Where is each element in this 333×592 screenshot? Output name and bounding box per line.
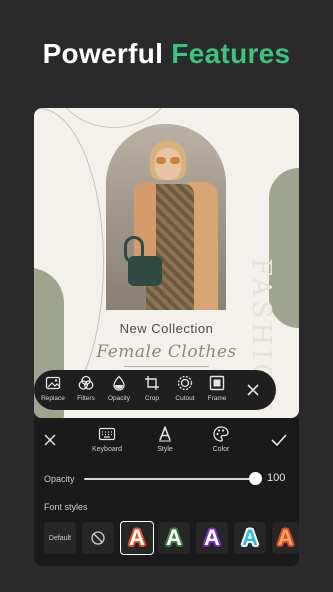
opacity-label: Opacity: [44, 474, 75, 484]
tab-label: Keyboard: [92, 446, 122, 453]
tab-style[interactable]: Style: [156, 426, 174, 453]
keyboard-icon: [98, 427, 116, 441]
font-style-letter: A: [277, 525, 294, 550]
tool-label: Opacity: [107, 395, 131, 402]
font-style-letter: A: [204, 525, 220, 550]
tool-filters[interactable]: Filters: [71, 374, 101, 406]
tool-label: Replace: [41, 395, 65, 402]
tool-label: Frame: [207, 395, 227, 402]
font-style-letter: A: [129, 525, 145, 550]
slider-knob[interactable]: [249, 472, 262, 485]
font-style-swatch[interactable]: A: [158, 522, 190, 554]
headline-green-text: Features: [171, 38, 291, 69]
font-style-letter: A: [242, 525, 258, 550]
tab-label: Style: [157, 446, 173, 453]
image-toolbar: Replace Filters Opacity Crop Cutout Fram…: [34, 370, 276, 410]
cutout-icon: [177, 375, 193, 391]
font-style-swatch[interactable]: A: [120, 521, 154, 555]
tool-label: Crop: [144, 395, 160, 402]
tab-label: Color: [212, 446, 230, 453]
headline-white-text: Powerful: [42, 38, 164, 69]
no-style-icon: [91, 531, 105, 545]
font-style-swatch[interactable]: A: [196, 522, 228, 554]
font-style-default[interactable]: Default: [44, 522, 76, 554]
font-style-none[interactable]: [82, 522, 114, 554]
font-style-letter: A: [166, 525, 182, 550]
tool-crop[interactable]: Crop: [137, 374, 167, 406]
tool-label: Cutout: [175, 395, 195, 402]
headline: Powerful Features: [0, 38, 333, 70]
check-icon[interactable]: [270, 432, 288, 448]
tool-cutout[interactable]: Cutout: [170, 374, 200, 406]
frame-icon: [209, 375, 225, 391]
tool-frame[interactable]: Frame: [202, 374, 232, 406]
tool-label: Filters: [77, 395, 95, 402]
drop-icon: [113, 375, 125, 391]
font-style-swatch[interactable]: A: [234, 522, 266, 554]
font-style-swatch[interactable]: A: [272, 522, 299, 554]
text-style-icon: [159, 426, 171, 442]
model-photo[interactable]: [106, 124, 226, 310]
text-style-panel: Keyboard Style Color Opacity 100 Font st…: [34, 418, 299, 566]
font-styles-label: Font styles: [44, 502, 88, 512]
tab-color[interactable]: Color: [212, 426, 230, 453]
tool-opacity[interactable]: Opacity: [104, 374, 134, 406]
palette-icon: [213, 426, 229, 442]
tool-replace[interactable]: Replace: [38, 374, 68, 406]
tab-keyboard[interactable]: Keyboard: [92, 426, 122, 453]
filters-icon: [78, 375, 94, 390]
crop-icon: [145, 376, 159, 390]
divider: [124, 366, 209, 367]
opacity-slider[interactable]: [84, 472, 262, 485]
opacity-value: 100: [267, 472, 286, 484]
image-icon: [45, 376, 61, 390]
close-icon[interactable]: [244, 381, 262, 399]
collection-text[interactable]: New Collection: [34, 321, 299, 336]
poster-title-text[interactable]: Female Clothes: [34, 342, 299, 362]
close-icon[interactable]: [42, 432, 58, 448]
